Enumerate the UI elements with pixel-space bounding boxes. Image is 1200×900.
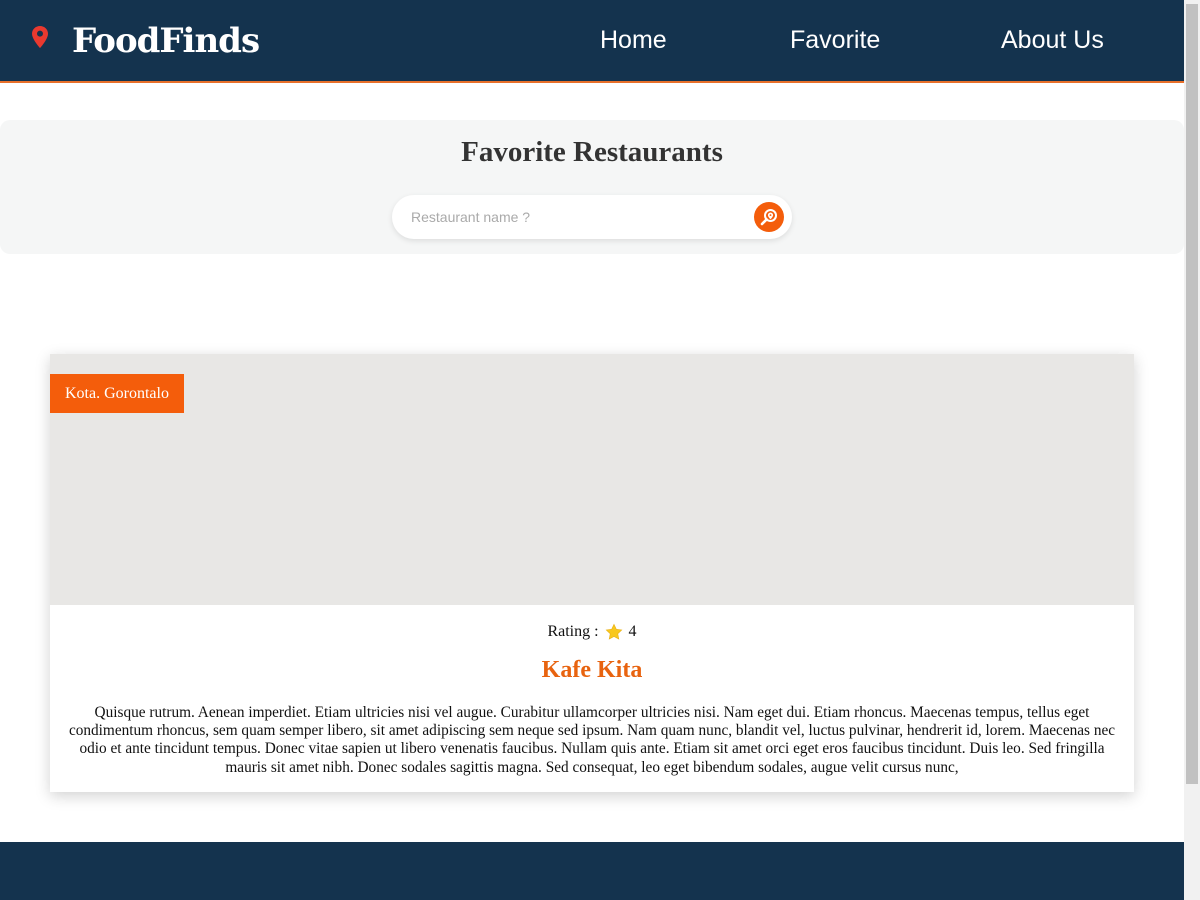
nav-home[interactable]: Home [600, 26, 667, 55]
page-title: Favorite Restaurants [461, 136, 723, 168]
app-footer [0, 842, 1184, 900]
vertical-scrollbar[interactable] [1184, 0, 1200, 900]
restaurant-card[interactable]: Kota. Gorontalo Rating : 4 Kafe Kita Qui… [50, 354, 1134, 792]
restaurant-description: Quisque rutrum. Aenean imperdiet. Etiam … [68, 704, 1116, 776]
city-badge: Kota. Gorontalo [50, 374, 184, 413]
rating-label: Rating : [547, 623, 599, 640]
rating-row: Rating : 4 [50, 623, 1134, 641]
search-input[interactable] [411, 209, 731, 225]
logo[interactable]: FoodFinds [32, 20, 260, 61]
rating-value: 4 [628, 623, 637, 640]
hero-section: Favorite Restaurants [0, 120, 1184, 254]
star-icon [605, 623, 622, 640]
search-box [392, 195, 792, 239]
restaurant-image [50, 354, 1134, 605]
brand-name: FoodFinds [72, 20, 260, 61]
restaurant-name[interactable]: Kafe Kita [50, 657, 1134, 684]
map-pin-icon [32, 25, 48, 48]
search-button[interactable] [754, 202, 784, 232]
nav-favorite[interactable]: Favorite [790, 26, 880, 55]
scrollbar-thumb[interactable] [1186, 4, 1198, 784]
app-header: FoodFinds Home Favorite About Us [0, 0, 1184, 83]
search-location-icon [760, 209, 777, 226]
nav-about-us[interactable]: About Us [1001, 26, 1104, 55]
